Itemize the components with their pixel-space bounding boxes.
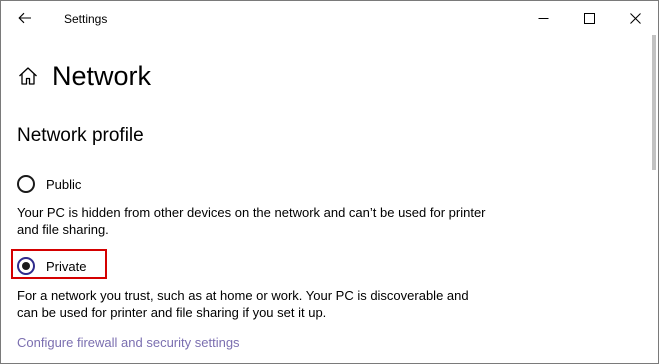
public-radio-option[interactable]: Public <box>17 175 81 193</box>
scrollbar[interactable] <box>652 35 656 170</box>
section-title: Network profile <box>17 125 144 146</box>
title-bar: Settings <box>1 1 658 35</box>
public-radio-label: Public <box>46 176 82 192</box>
private-radio-button[interactable] <box>17 257 35 275</box>
page-header: Network <box>17 59 151 93</box>
configure-firewall-link[interactable]: Configure firewall and security settings <box>17 335 240 350</box>
settings-window: Settings Network Network profile Public … <box>0 0 659 364</box>
minimize-button[interactable] <box>520 1 566 35</box>
public-description: Your PC is hidden from other devices on … <box>17 205 486 237</box>
private-radio-option[interactable]: Private <box>17 257 86 275</box>
window-title: Settings <box>64 12 108 26</box>
home-icon[interactable] <box>17 65 39 87</box>
close-button[interactable] <box>612 1 658 35</box>
maximize-icon <box>583 12 595 24</box>
public-radio-button[interactable] <box>17 175 35 193</box>
page-title: Network <box>52 60 152 91</box>
back-button[interactable] <box>11 7 39 29</box>
private-description: For a network you trust, such as at home… <box>17 288 469 320</box>
back-arrow-icon <box>18 12 31 24</box>
private-radio-label: Private <box>46 258 87 274</box>
minimize-icon <box>538 17 548 19</box>
close-icon <box>629 12 641 24</box>
maximize-button[interactable] <box>566 1 612 35</box>
